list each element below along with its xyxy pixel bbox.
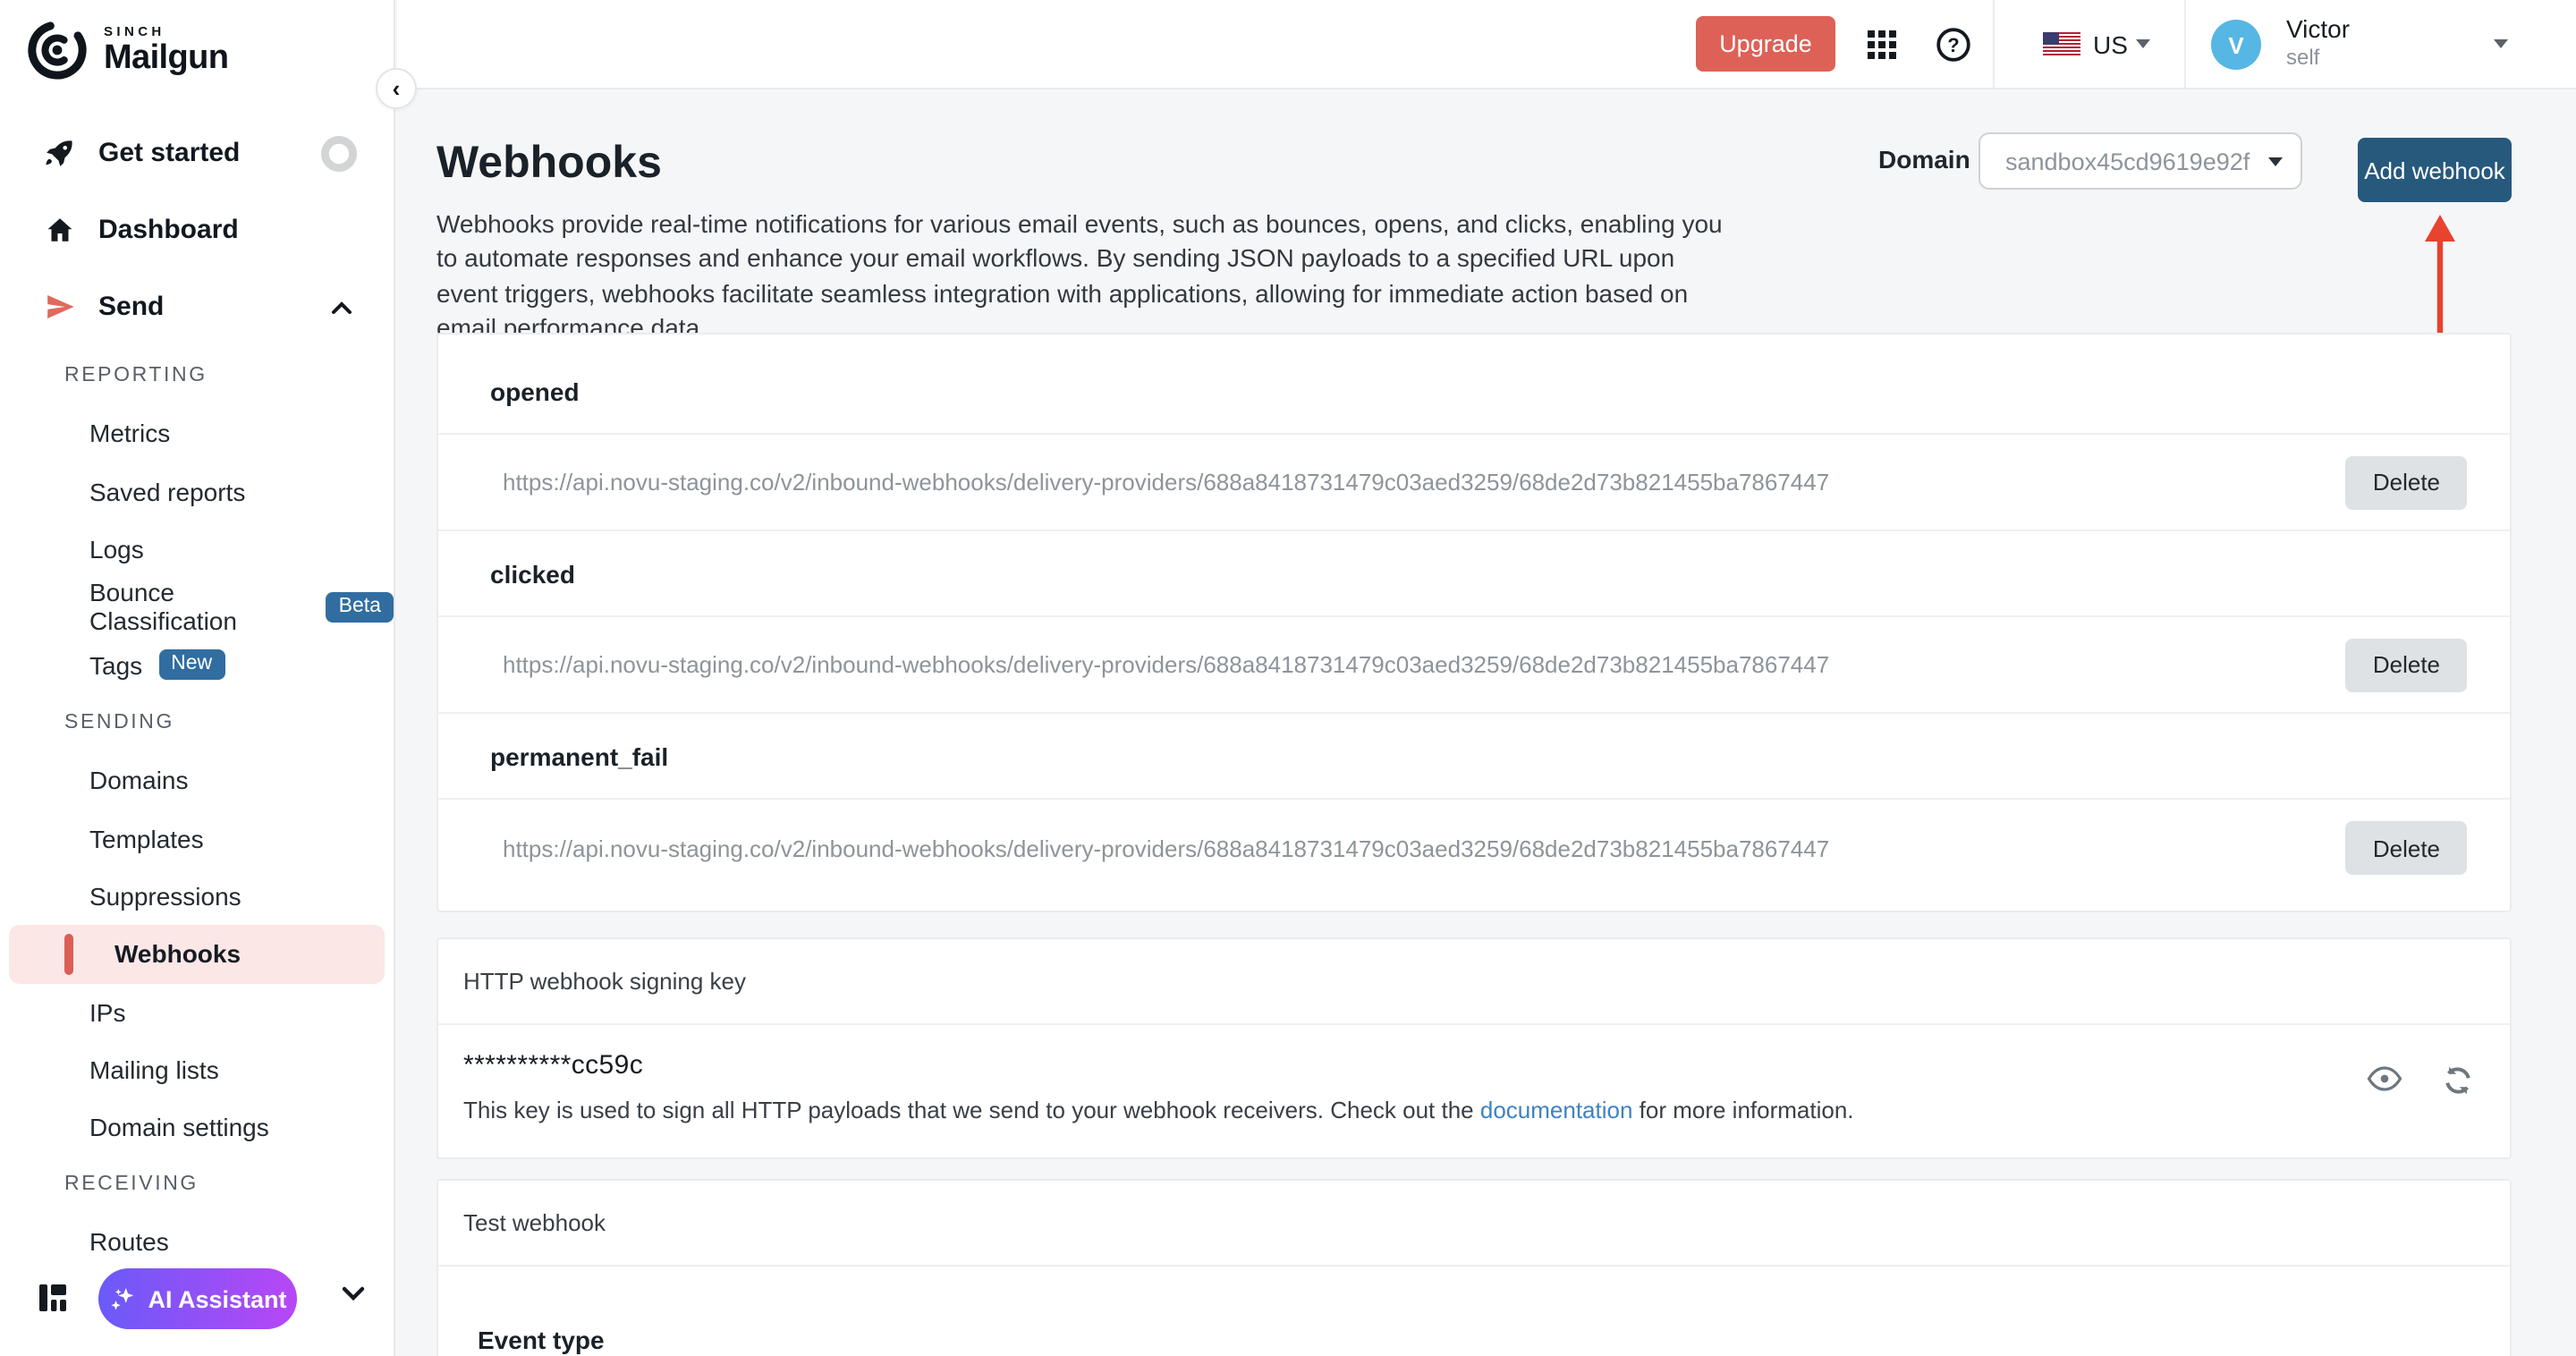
app-root: SINCH Mailgun Get started Dashboard Send… bbox=[0, 0, 2576, 1356]
brand-sinch: SINCH bbox=[104, 25, 228, 38]
user-menu-caret-icon[interactable] bbox=[2494, 39, 2508, 48]
chevron-up-icon bbox=[331, 300, 352, 314]
locale-label[interactable]: US bbox=[2093, 30, 2128, 59]
svg-text:?: ? bbox=[1947, 34, 1959, 56]
sidebar-item-webhooks[interactable]: Webhooks bbox=[9, 925, 385, 983]
sidebar-item-get-started[interactable]: Get started bbox=[0, 114, 394, 191]
domain-select[interactable]: sandbox45cd9619e92f bbox=[1979, 132, 2302, 190]
signing-key-description: This key is used to sign all HTTP payloa… bbox=[463, 1097, 2485, 1123]
progress-ring-icon bbox=[320, 134, 358, 172]
sidebar-item-logs[interactable]: Logs bbox=[0, 521, 394, 579]
upgrade-button[interactable]: Upgrade bbox=[1696, 16, 1835, 72]
regenerate-key-button[interactable] bbox=[2442, 1064, 2474, 1097]
sidebar-item-saved-reports[interactable]: Saved reports bbox=[0, 462, 394, 521]
webhook-url-row: https://api.novu-staging.co/v2/inbound-w… bbox=[438, 800, 2510, 896]
webhook-name-row: opened bbox=[438, 349, 2510, 435]
webhook-url: https://api.novu-staging.co/v2/inbound-w… bbox=[503, 469, 1829, 496]
signing-key-card: HTTP webhook signing key **********cc59c… bbox=[436, 937, 2512, 1159]
reveal-key-button[interactable] bbox=[2367, 1064, 2402, 1097]
sidebar: SINCH Mailgun Get started Dashboard Send… bbox=[0, 0, 395, 1356]
eye-icon bbox=[2367, 1064, 2402, 1093]
webhook-url: https://api.novu-staging.co/v2/inbound-w… bbox=[503, 835, 1829, 861]
domain-label: Domain bbox=[1878, 145, 1970, 174]
sidebar-item-send[interactable]: Send bbox=[0, 268, 394, 345]
topbar-divider bbox=[2184, 0, 2186, 88]
sidebar-item-bounce-classification[interactable]: Bounce Classification Beta bbox=[0, 578, 394, 636]
beta-badge: Beta bbox=[326, 592, 394, 623]
test-webhook-card: Test webhook Event type bbox=[436, 1179, 2512, 1356]
new-badge: New bbox=[158, 650, 225, 681]
sidebar-item-domains[interactable]: Domains bbox=[0, 751, 394, 809]
add-webhook-button[interactable]: Add webhook bbox=[2358, 138, 2512, 202]
home-icon bbox=[45, 215, 75, 245]
sidebar-item-metrics[interactable]: Metrics bbox=[0, 404, 394, 462]
sidebar-section-sending: SENDING bbox=[0, 694, 394, 751]
sidebar-collapse-button[interactable]: ‹ bbox=[376, 68, 417, 109]
webhook-name: permanent_fail bbox=[490, 742, 668, 770]
us-flag-icon bbox=[2043, 32, 2080, 55]
apps-grid-icon[interactable] bbox=[1868, 30, 1896, 59]
delete-webhook-button[interactable]: Delete bbox=[2346, 821, 2467, 875]
topbar: Upgrade ? US V Victor self bbox=[397, 0, 2576, 89]
sidebar-item-templates[interactable]: Templates bbox=[0, 809, 394, 868]
sidebar-item-tags[interactable]: Tags New bbox=[0, 636, 394, 694]
mailgun-logo[interactable]: SINCH Mailgun bbox=[0, 0, 394, 82]
sidebar-item-routes[interactable]: Routes bbox=[0, 1212, 394, 1270]
topbar-divider bbox=[1993, 0, 1995, 88]
documentation-link[interactable]: documentation bbox=[1480, 1097, 1633, 1123]
sidebar-item-label: Send bbox=[98, 292, 164, 322]
sidebar-item-ips[interactable]: IPs bbox=[0, 983, 394, 1041]
rocket-icon bbox=[45, 138, 75, 168]
mailgun-at-icon bbox=[25, 18, 89, 82]
sidebar-nav: Get started Dashboard Send REPORTING Met… bbox=[0, 114, 394, 1270]
domain-caret-icon bbox=[2268, 157, 2283, 165]
webhook-url: https://api.novu-staging.co/v2/inbound-w… bbox=[503, 651, 1829, 678]
ai-assistant-label: AI Assistant bbox=[148, 1285, 286, 1312]
brand-mailgun: Mailgun bbox=[104, 42, 228, 76]
delete-webhook-button[interactable]: Delete bbox=[2346, 455, 2467, 509]
sidebar-item-label: Dashboard bbox=[98, 215, 239, 245]
page-title: Webhooks bbox=[436, 138, 662, 190]
sparkles-icon bbox=[108, 1285, 135, 1312]
layout-grid-icon[interactable] bbox=[39, 1284, 66, 1311]
webhook-url-row: https://api.novu-staging.co/v2/inbound-w… bbox=[438, 617, 2510, 714]
user-avatar[interactable]: V bbox=[2211, 20, 2261, 70]
signing-key-body: **********cc59c This key is used to sign… bbox=[438, 1025, 2510, 1123]
webhooks-card: opened https://api.novu-staging.co/v2/in… bbox=[436, 333, 2512, 912]
sidebar-item-label: Get started bbox=[98, 138, 240, 168]
webhook-url-row: https://api.novu-staging.co/v2/inbound-w… bbox=[438, 435, 2510, 531]
sidebar-item-mailing-lists[interactable]: Mailing lists bbox=[0, 1041, 394, 1099]
event-type-label: Event type bbox=[478, 1326, 2510, 1354]
sidebar-item-domain-settings[interactable]: Domain settings bbox=[0, 1099, 394, 1157]
user-role: self bbox=[2286, 45, 2319, 70]
masked-signing-key: **********cc59c bbox=[463, 1050, 2485, 1081]
sidebar-footer: AI Assistant bbox=[0, 1263, 394, 1342]
test-webhook-header: Test webhook bbox=[438, 1181, 2510, 1267]
main-content: Webhooks Webhooks provide real-time noti… bbox=[397, 89, 2576, 1356]
signing-key-header: HTTP webhook signing key bbox=[438, 939, 2510, 1025]
annotation-arrow-icon bbox=[2417, 215, 2463, 343]
sidebar-item-dashboard[interactable]: Dashboard bbox=[0, 191, 394, 268]
webhook-name: opened bbox=[490, 377, 580, 405]
sidebar-section-receiving: RECEIVING bbox=[0, 1157, 394, 1212]
webhook-name-row: permanent_fail bbox=[438, 714, 2510, 800]
webhook-name-row: clicked bbox=[438, 531, 2510, 617]
delete-webhook-button[interactable]: Delete bbox=[2346, 638, 2467, 691]
webhook-name: clicked bbox=[490, 559, 575, 588]
sidebar-section-reporting: REPORTING bbox=[0, 345, 394, 404]
user-name: Victor bbox=[2286, 14, 2350, 43]
locale-caret-icon[interactable] bbox=[2136, 39, 2150, 48]
sidebar-item-suppressions[interactable]: Suppressions bbox=[0, 867, 394, 925]
ai-assistant-button[interactable]: AI Assistant bbox=[98, 1268, 297, 1329]
domain-select-value: sandbox45cd9619e92f bbox=[2005, 148, 2268, 174]
send-icon bbox=[45, 292, 75, 322]
help-icon[interactable]: ? bbox=[1936, 27, 1971, 63]
active-indicator-bar bbox=[64, 934, 72, 974]
page-description: Webhooks provide real-time notifications… bbox=[436, 208, 1728, 346]
chevron-down-icon[interactable] bbox=[342, 1286, 365, 1302]
refresh-icon bbox=[2442, 1064, 2474, 1097]
